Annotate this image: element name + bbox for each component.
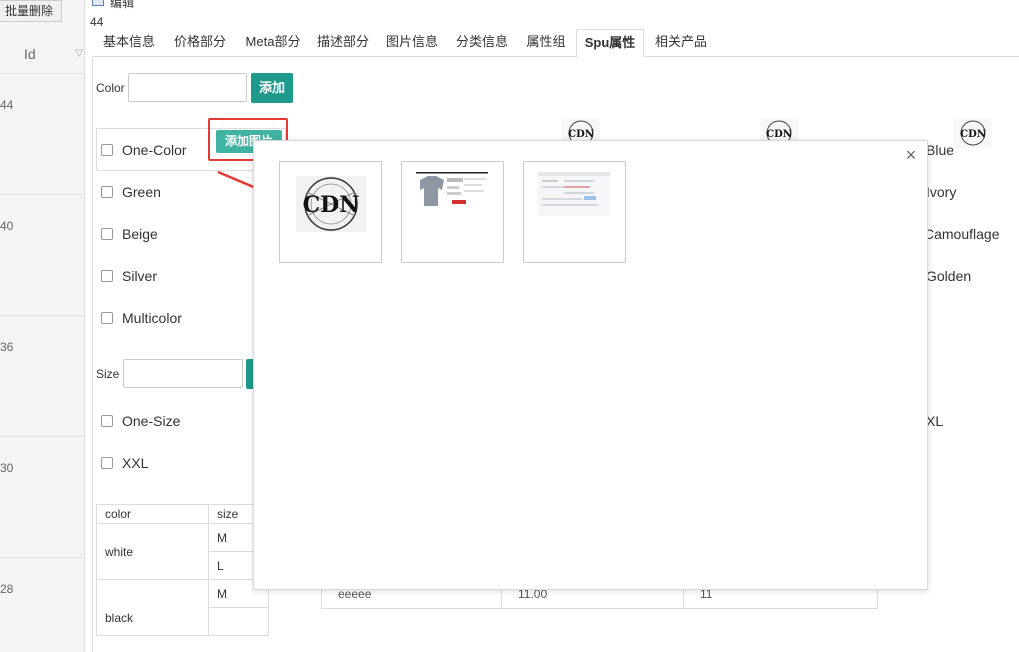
tab-related-products[interactable]: 相关产品 <box>648 29 714 57</box>
add-color-button[interactable]: 添加 <box>251 73 293 103</box>
checkbox[interactable] <box>101 228 113 240</box>
color-option-label: Ivory <box>926 184 957 200</box>
sku-table: color size white M L black M <box>96 504 269 636</box>
tab-spu-attributes[interactable]: Spu属性 <box>576 29 644 58</box>
sweatshirt-product-image <box>416 172 488 206</box>
tab-bar: 基本信息 价格部分 Meta部分 描述部分 图片信息 分类信息 属性组 Spu属… <box>92 29 1019 58</box>
list-row[interactable]: 36 <box>0 316 85 437</box>
row-id: 40 <box>0 219 14 233</box>
row-id: 28 <box>0 582 14 596</box>
close-icon[interactable]: × <box>903 146 919 164</box>
color-input[interactable] <box>128 73 247 102</box>
color-option-label: Camouflage <box>924 226 1000 242</box>
checkbox[interactable] <box>101 186 113 198</box>
color-option-label: Golden <box>926 268 972 284</box>
tab-attribute-group[interactable]: 属性组 <box>520 29 572 57</box>
tab-images[interactable]: 图片信息 <box>379 29 445 57</box>
row-id: 44 <box>0 98 14 112</box>
cdn-logo-thumbnail: CDN <box>954 118 992 148</box>
list-row[interactable]: 28 <box>0 558 85 652</box>
window-icon <box>92 0 104 6</box>
id-column-label: Id <box>24 46 36 62</box>
image-thumbnail[interactable]: CDN <box>279 161 382 263</box>
size-label: Size <box>96 367 120 381</box>
tab-category[interactable]: 分类信息 <box>449 29 515 57</box>
record-id: 44 <box>90 15 104 29</box>
webpage-screenshot-image <box>538 172 610 216</box>
checkbox[interactable] <box>101 312 113 324</box>
checkbox[interactable] <box>101 457 113 469</box>
size-input[interactable] <box>123 359 243 388</box>
svg-text:CDN: CDN <box>303 192 360 218</box>
checkbox[interactable] <box>101 270 113 282</box>
id-column-header[interactable]: Id ▽ <box>0 34 85 74</box>
checkbox[interactable] <box>101 144 113 156</box>
list-row[interactable]: 40 <box>0 195 85 316</box>
size-option-label: XL <box>926 413 944 429</box>
checkbox[interactable] <box>101 415 113 427</box>
svg-text:CDN: CDN <box>960 129 986 140</box>
product-list-panel: 批量删除 Id ▽ 44 40 36 30 28 <box>0 0 85 652</box>
table-header-color: color <box>96 504 209 524</box>
color-label: Color <box>96 81 125 95</box>
table-cell-color: white <box>96 523 209 580</box>
window-title: 编辑 <box>110 0 135 10</box>
tab-description[interactable]: 描述部分 <box>310 29 376 57</box>
image-thumbnail[interactable] <box>523 161 626 263</box>
tab-price[interactable]: 价格部分 <box>167 29 233 57</box>
list-row[interactable]: 30 <box>0 437 85 558</box>
tab-meta[interactable]: Meta部分 <box>237 29 309 57</box>
color-option-label: Blue <box>926 142 955 158</box>
image-picker-modal: × CDN <box>253 140 928 590</box>
row-id: 36 <box>0 340 14 354</box>
image-thumbnail[interactable] <box>401 161 504 263</box>
list-row[interactable]: 44 <box>0 74 85 195</box>
cdn-logo-image: CDN <box>296 176 366 232</box>
tab-basic-info[interactable]: 基本信息 <box>96 29 162 57</box>
svg-text:CDN: CDN <box>568 129 594 140</box>
sort-icon[interactable]: ▽ <box>75 48 83 59</box>
page: 批量删除 Id ▽ 44 40 36 30 28 编辑 44 基本信息 价格部分… <box>0 0 1019 652</box>
table-cell-color: black <box>96 579 209 636</box>
batch-delete-button[interactable]: 批量删除 <box>0 0 63 22</box>
table-cell-size <box>208 607 269 636</box>
svg-text:CDN: CDN <box>766 129 792 140</box>
row-id: 30 <box>0 461 14 475</box>
